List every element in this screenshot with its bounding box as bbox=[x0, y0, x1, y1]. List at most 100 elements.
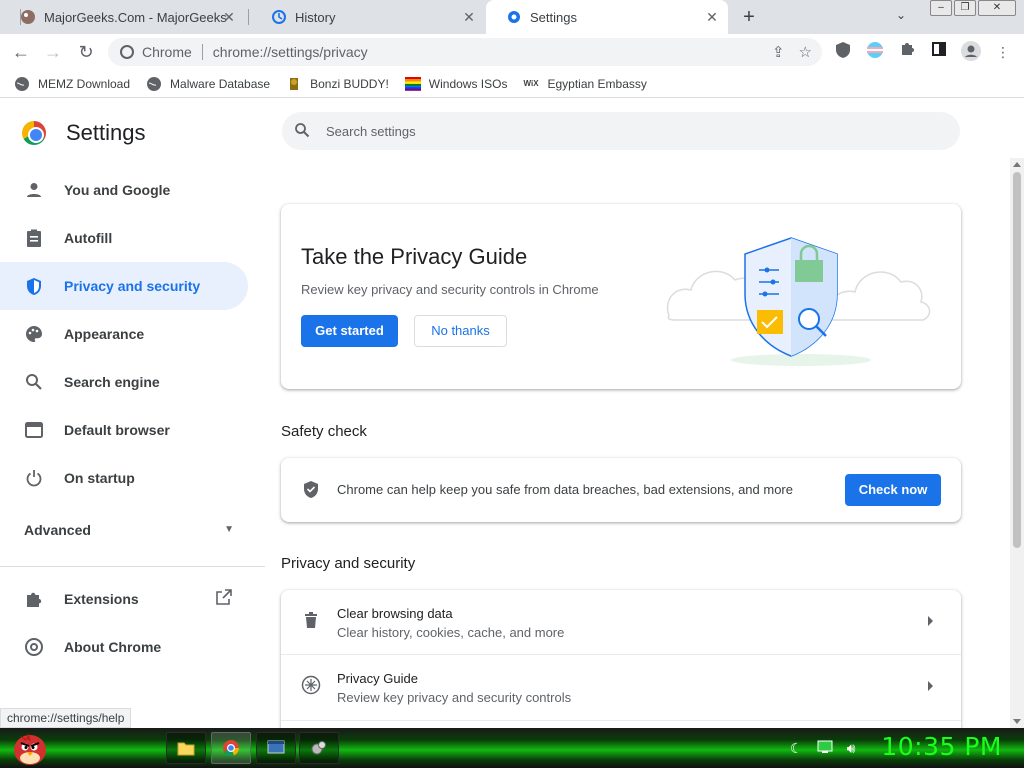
chevron-right-icon bbox=[928, 616, 933, 626]
row-subtitle: Clear history, cookies, cache, and more bbox=[337, 624, 565, 640]
page-scrollbar[interactable] bbox=[1010, 158, 1024, 728]
bookmark-label: Egyptian Embassy bbox=[547, 76, 647, 91]
bookmark-windows-isos[interactable]: Windows ISOs bbox=[404, 76, 507, 92]
caret-down-icon: ▼ bbox=[224, 524, 234, 535]
chrome-icon bbox=[223, 740, 239, 757]
tab-search-chevron-icon[interactable]: ⌄ bbox=[896, 8, 906, 22]
sidebar-item-label: Default browser bbox=[64, 422, 170, 438]
privacy-guide-row[interactable]: Privacy Guide Review key privacy and sec… bbox=[281, 655, 961, 720]
get-started-button[interactable]: Get started bbox=[301, 315, 398, 347]
omnibox-actions: ⇪ ☆ bbox=[772, 43, 812, 61]
bookmark-malware-database[interactable]: Malware Database bbox=[146, 76, 270, 92]
new-tab-button[interactable]: + bbox=[738, 6, 760, 28]
bookmark-bonzi-buddy[interactable]: Bonzi BUDDY! bbox=[286, 76, 389, 92]
start-button[interactable] bbox=[6, 728, 56, 768]
site-info[interactable]: Chrome bbox=[120, 44, 192, 60]
reload-icon[interactable]: ↻ bbox=[75, 41, 97, 63]
advanced-label: Advanced bbox=[24, 522, 91, 538]
sidebar-item-appearance[interactable]: Appearance bbox=[0, 310, 248, 358]
side-panel-icon[interactable] bbox=[928, 41, 950, 63]
safety-check-heading: Safety check bbox=[281, 423, 367, 440]
window-controls: – ❐ ✕ bbox=[930, 0, 1016, 16]
system-tray: ☾ 🔊︎ bbox=[790, 740, 855, 757]
scroll-up-arrow-icon[interactable] bbox=[1013, 162, 1021, 167]
settings-brand: Settings bbox=[22, 120, 146, 146]
sidebar-item-label: Privacy and security bbox=[64, 278, 201, 294]
taskbar-clock[interactable]: 10:35 PM bbox=[881, 732, 1002, 761]
sidebar-item-default-browser[interactable]: Default browser bbox=[0, 406, 248, 454]
sidebar-item-label: On startup bbox=[64, 470, 135, 486]
compass-icon bbox=[301, 675, 321, 700]
pride-extension-icon[interactable] bbox=[864, 41, 886, 63]
taskbar-app-utility[interactable] bbox=[299, 732, 339, 764]
menu-kebab-icon[interactable]: ⋮ bbox=[992, 41, 1014, 63]
back-icon[interactable]: ← bbox=[10, 41, 32, 63]
taskbar-app-window[interactable] bbox=[256, 732, 296, 764]
profile-avatar-icon[interactable] bbox=[960, 41, 982, 63]
power-icon bbox=[24, 468, 44, 488]
shield-icon bbox=[24, 276, 44, 296]
close-window-button[interactable]: ✕ bbox=[978, 0, 1016, 16]
sidebar-item-extensions[interactable]: Extensions bbox=[0, 575, 248, 623]
sidebar-item-about-chrome[interactable]: About Chrome bbox=[0, 623, 248, 671]
no-thanks-button[interactable]: No thanks bbox=[414, 315, 507, 347]
tab-history[interactable]: History ✕ bbox=[248, 0, 485, 34]
page-title: Settings bbox=[66, 120, 146, 145]
privacy-guide-promo-card: Take the Privacy Guide Review key privac… bbox=[281, 204, 961, 389]
network-icon[interactable] bbox=[817, 740, 833, 757]
share-icon[interactable]: ⇪ bbox=[772, 43, 785, 61]
palette-icon bbox=[24, 324, 44, 344]
tab-title: History bbox=[295, 9, 336, 25]
sidebar-divider bbox=[0, 566, 265, 567]
volume-icon[interactable]: 🔊︎ bbox=[847, 740, 856, 757]
bookmark-egyptian-embassy[interactable]: WiX Egyptian Embassy bbox=[523, 76, 646, 92]
clear-browsing-data-row[interactable]: Clear browsing data Clear history, cooki… bbox=[281, 590, 961, 655]
sidebar-item-search-engine[interactable]: Search engine bbox=[0, 358, 248, 406]
ublock-icon[interactable] bbox=[832, 41, 854, 63]
address-bar[interactable]: Chrome chrome://settings/privacy ⇪ ☆ bbox=[108, 38, 822, 66]
close-tab-icon[interactable]: ✕ bbox=[461, 9, 477, 26]
tray-app-icon[interactable]: ☾ bbox=[790, 740, 803, 757]
tab-title: Settings bbox=[530, 9, 577, 25]
row-title: Clear browsing data bbox=[337, 605, 453, 621]
tab-settings[interactable]: Settings ✕ bbox=[486, 0, 728, 34]
minimize-button[interactable]: – bbox=[930, 0, 952, 16]
scrollbar-thumb[interactable] bbox=[1013, 172, 1021, 548]
search-settings-field[interactable]: Search settings bbox=[282, 112, 960, 150]
sidebar-advanced-toggle[interactable]: Advanced ▼ bbox=[24, 522, 234, 538]
bookmark-star-icon[interactable]: ☆ bbox=[799, 43, 812, 61]
url-text: chrome://settings/privacy bbox=[212, 44, 368, 60]
search-icon bbox=[294, 122, 310, 141]
close-tab-icon[interactable]: ✕ bbox=[221, 9, 237, 26]
privacy-guide-illustration bbox=[666, 237, 931, 366]
row-divider bbox=[281, 720, 961, 721]
sidebar-item-autofill[interactable]: Autofill bbox=[0, 214, 248, 262]
chevron-right-icon bbox=[928, 681, 933, 691]
sidebar-item-on-startup[interactable]: On startup bbox=[0, 454, 248, 502]
browser-toolbar: ← → ↻ Chrome chrome://settings/privacy ⇪… bbox=[0, 34, 1024, 70]
site-label: Chrome bbox=[142, 44, 192, 60]
windows-flag-icon bbox=[404, 76, 421, 92]
check-now-button[interactable]: Check now bbox=[845, 474, 941, 506]
folder-icon bbox=[177, 742, 195, 756]
gear-icon bbox=[506, 9, 522, 25]
row-title: Privacy Guide bbox=[337, 670, 418, 686]
tab-majorgeeks[interactable]: MajorGeeks.Com - MajorGeeks ✕ bbox=[0, 0, 245, 34]
status-bar-url: chrome://settings/help bbox=[0, 708, 132, 728]
close-tab-icon[interactable]: ✕ bbox=[704, 9, 720, 26]
sidebar-item-label: You and Google bbox=[64, 182, 171, 198]
sidebar-item-privacy-and-security[interactable]: Privacy and security bbox=[0, 262, 248, 310]
maximize-button[interactable]: ❐ bbox=[954, 0, 976, 16]
taskbar-chrome[interactable] bbox=[211, 732, 251, 764]
bookmark-label: Bonzi BUDDY! bbox=[310, 76, 389, 91]
bookmark-memz[interactable]: MEMZ Download bbox=[14, 76, 130, 92]
taskbar-file-explorer[interactable] bbox=[166, 732, 206, 764]
puzzle-extensions-icon[interactable] bbox=[896, 41, 918, 63]
safety-check-card: Chrome can help keep you safe from data … bbox=[281, 458, 961, 522]
forward-icon[interactable]: → bbox=[42, 41, 64, 63]
settings-sidebar: Settings You and Google Autofill Privacy… bbox=[0, 98, 265, 728]
scroll-down-arrow-icon[interactable] bbox=[1013, 719, 1021, 724]
sidebar-item-label: Appearance bbox=[64, 326, 145, 342]
sidebar-item-you-and-google[interactable]: You and Google bbox=[0, 166, 248, 214]
safety-check-text: Chrome can help keep you safe from data … bbox=[337, 482, 793, 497]
